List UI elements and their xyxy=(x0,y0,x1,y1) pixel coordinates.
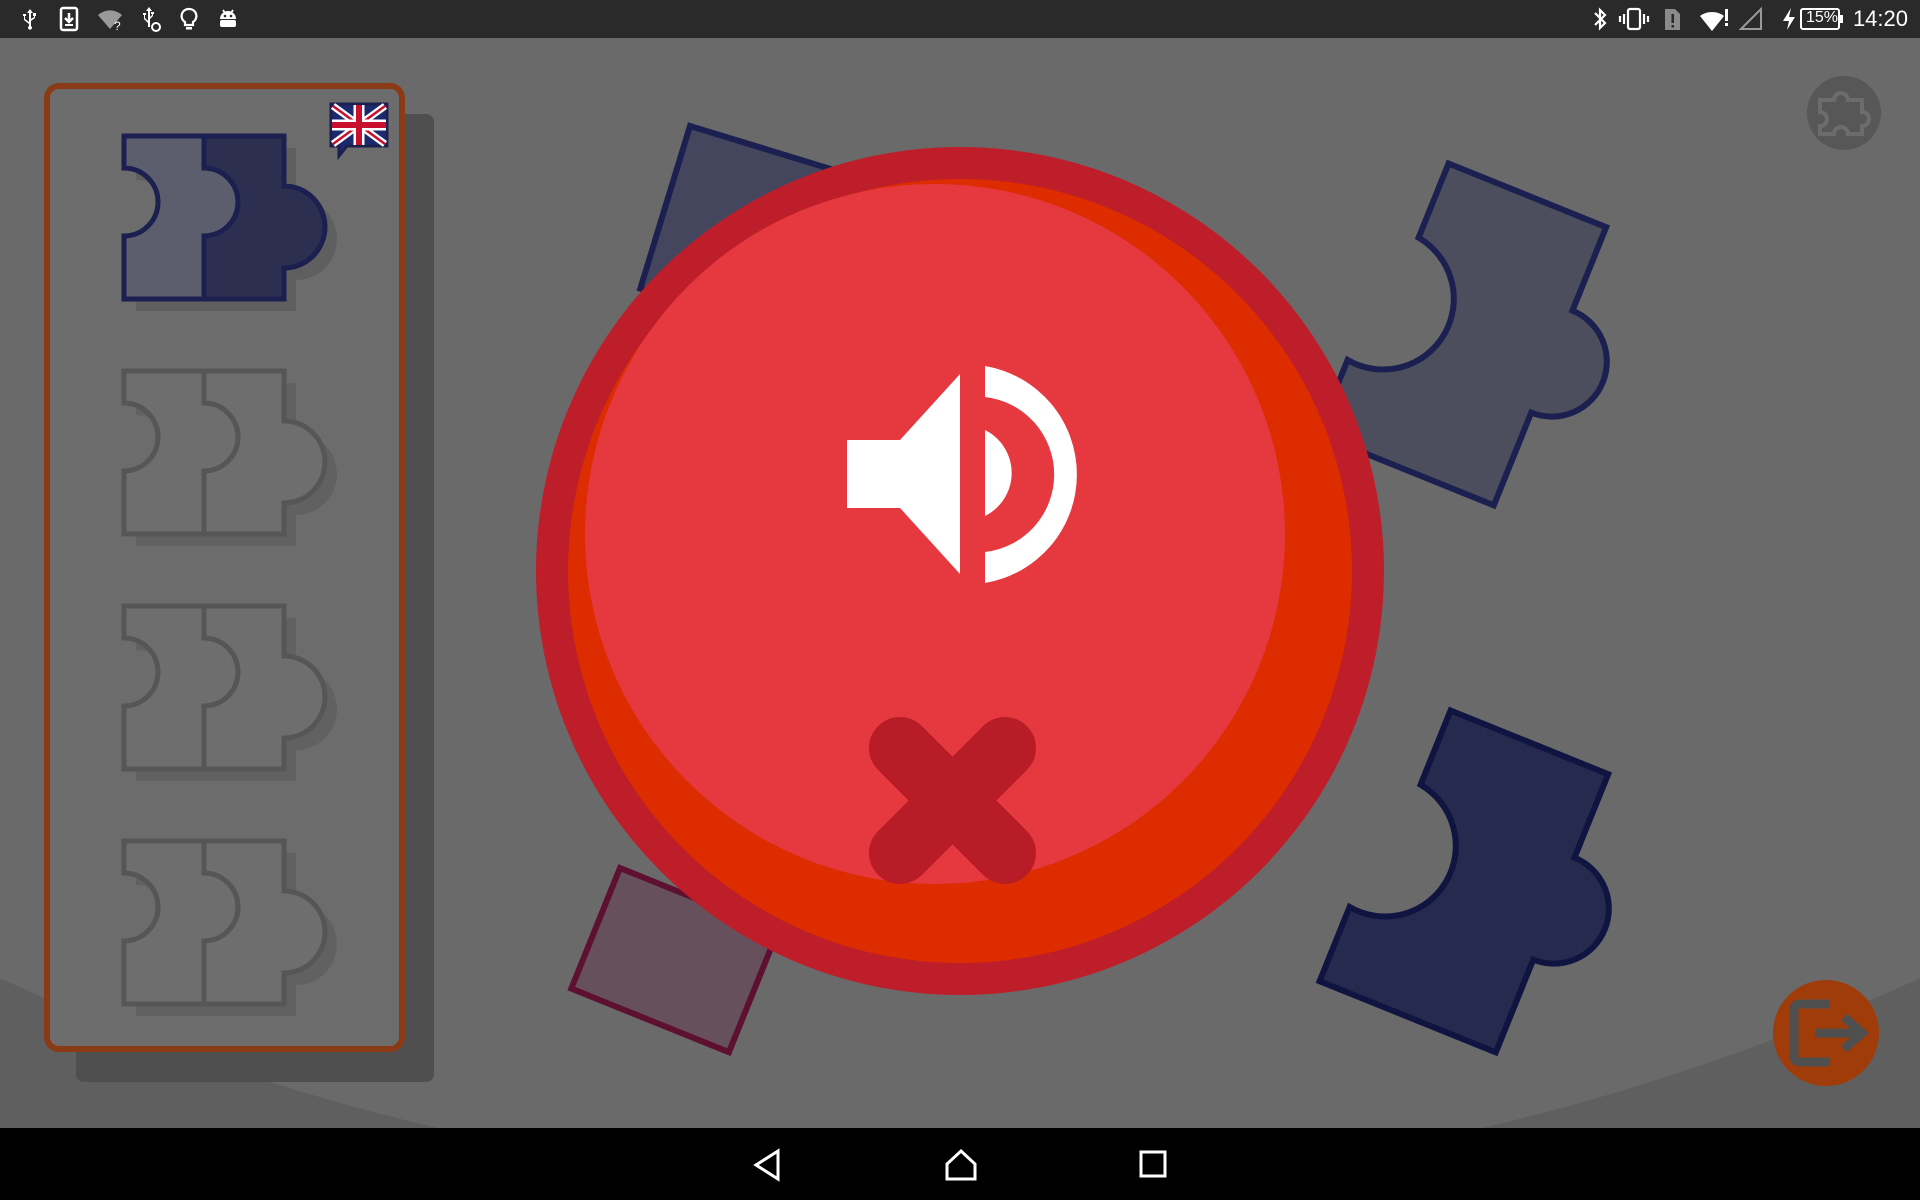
usb-icon xyxy=(23,9,36,30)
wifi-icon xyxy=(1700,9,1728,31)
lightbulb-icon xyxy=(180,7,198,30)
navigation-bar xyxy=(0,1128,1920,1200)
game-background xyxy=(0,38,1920,1128)
status-bar: ? 15% 14:20 xyxy=(0,0,1920,38)
charging-icon xyxy=(1783,8,1795,30)
svg-text:?: ? xyxy=(114,19,121,31)
signal-icon xyxy=(1738,6,1762,30)
clock: 14:20 xyxy=(1852,6,1908,31)
exit-button[interactable] xyxy=(1773,980,1879,1086)
battery-percent: 15% xyxy=(1806,9,1839,26)
download-icon xyxy=(59,6,79,32)
back-icon[interactable] xyxy=(752,1148,784,1182)
puzzle-button[interactable] xyxy=(1807,76,1881,150)
bluetooth-icon xyxy=(1594,7,1607,31)
usb-debug-icon xyxy=(143,7,161,32)
game-area xyxy=(0,38,1920,1128)
sound-popup[interactable] xyxy=(536,147,1384,995)
android-icon xyxy=(220,9,236,27)
vibrate-icon xyxy=(1618,7,1650,31)
home-icon[interactable] xyxy=(944,1148,978,1182)
wifi-question-icon: ? xyxy=(98,10,122,31)
close-icon[interactable] xyxy=(869,717,1036,884)
sim-alert-icon xyxy=(1665,9,1680,30)
recents-icon[interactable] xyxy=(1138,1149,1168,1179)
